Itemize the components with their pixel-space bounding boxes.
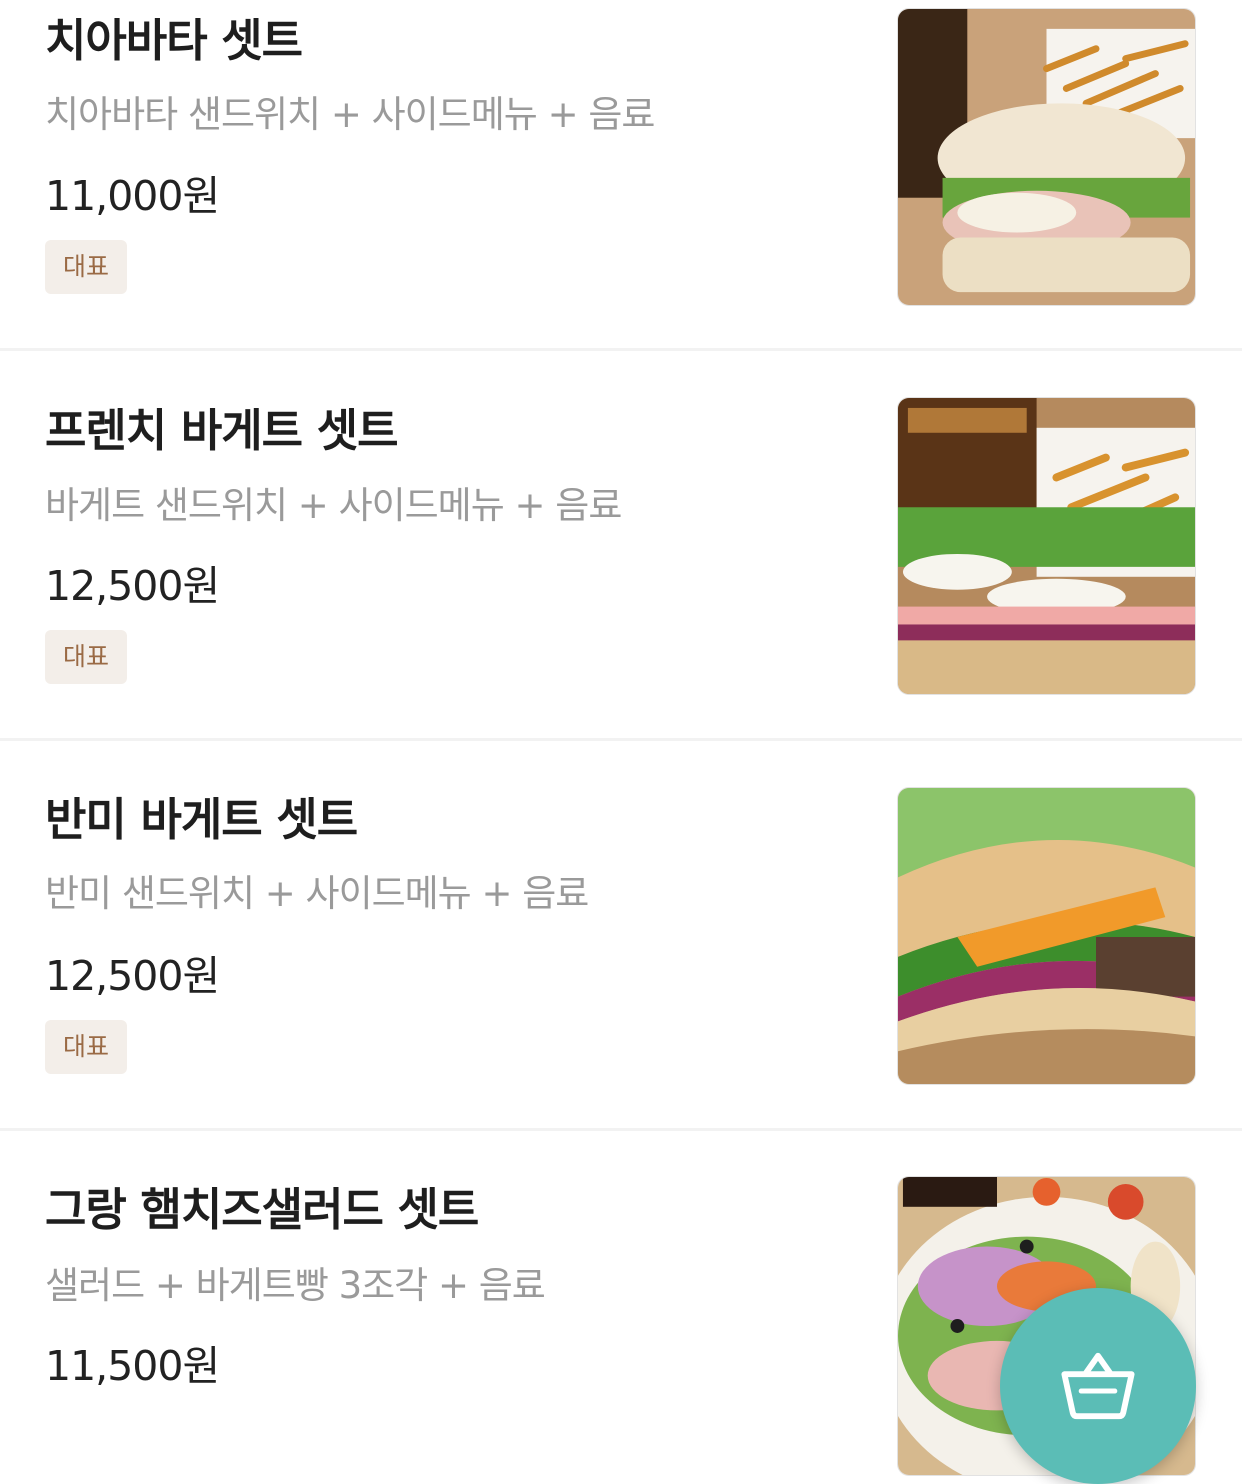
menu-item-price: 11,500원 — [45, 1342, 220, 1390]
menu-item-name: 치아바타 셋트 — [45, 14, 303, 67]
signature-badge: 대표 — [45, 630, 127, 684]
menu-item-name: 그랑 햄치즈샐러드 셋트 — [45, 1183, 479, 1236]
menu-item-banh-mi-baguette-set[interactable]: 반미 바게트 셋트 반미 샌드위치 + 사이드메뉴 + 음료 12,500원 대… — [0, 741, 1242, 1128]
menu-item-description: 샐러드 + 바게트빵 3조각 + 음료 — [45, 1264, 546, 1307]
menu-item-description: 바게트 샌드위치 + 사이드메뉴 + 음료 — [45, 484, 622, 527]
menu-item-ciabatta-set[interactable]: 치아바타 셋트 치아바타 샌드위치 + 사이드메뉴 + 음료 11,000원 대… — [0, 0, 1242, 348]
menu-item-french-baguette-set[interactable]: 프렌치 바게트 셋트 바게트 샌드위치 + 사이드메뉴 + 음료 12,500원… — [0, 351, 1242, 738]
menu-item-price: 11,000원 — [45, 172, 220, 220]
signature-badge: 대표 — [45, 1020, 127, 1074]
menu-item-price: 12,500원 — [45, 952, 220, 1000]
menu-item-name: 프렌치 바게트 셋트 — [45, 404, 399, 457]
shopping-basket-icon — [1061, 1352, 1135, 1420]
cart-button[interactable] — [1000, 1288, 1196, 1484]
menu-item-description: 치아바타 샌드위치 + 사이드메뉴 + 음료 — [45, 93, 655, 136]
ciabatta-sandwich-photo[interactable] — [897, 8, 1196, 306]
menu-item-description: 반미 샌드위치 + 사이드메뉴 + 음료 — [45, 872, 589, 915]
menu-item-name: 반미 바게트 셋트 — [45, 793, 358, 846]
baguette-sandwich-photo[interactable] — [897, 397, 1196, 695]
menu-item-price: 12,500원 — [45, 562, 220, 610]
banh-mi-photo[interactable] — [897, 787, 1196, 1085]
signature-badge: 대표 — [45, 240, 127, 294]
